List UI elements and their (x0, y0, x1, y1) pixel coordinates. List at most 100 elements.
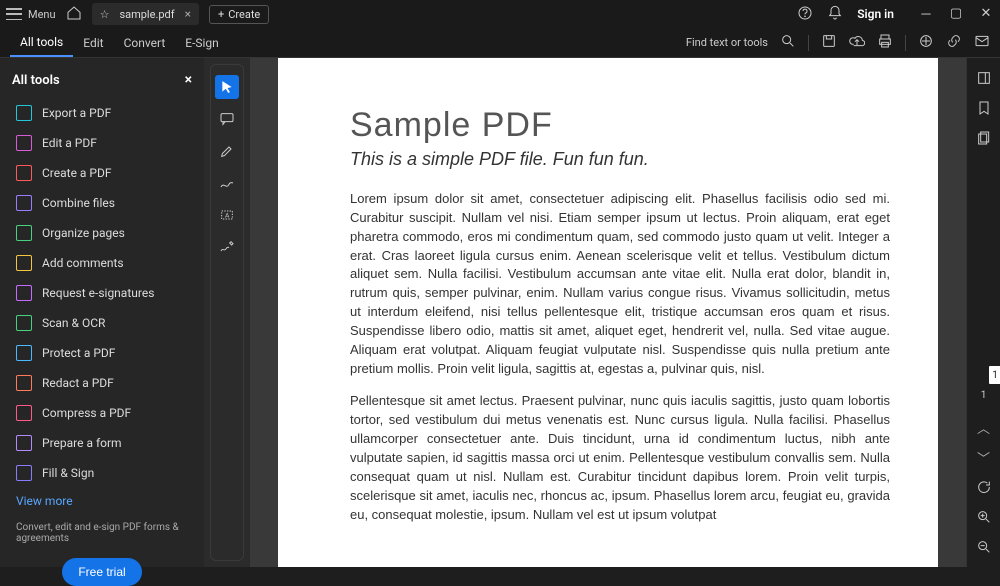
chevron-down-icon[interactable]: ﹀ (974, 447, 994, 467)
bookmark-icon[interactable] (974, 98, 994, 118)
sidebar-item-compress-a-pdf[interactable]: Compress a PDF (12, 398, 192, 428)
close-sidebar-icon[interactable]: × (185, 72, 192, 88)
bell-icon[interactable] (827, 5, 843, 24)
tool-icon (16, 225, 32, 241)
tool-icon (16, 345, 32, 361)
select-tool-icon[interactable] (215, 75, 239, 99)
tool-icon (16, 285, 32, 301)
tool-icon (16, 165, 32, 181)
free-trial-button[interactable]: Free trial (62, 558, 141, 586)
tab-all-tools[interactable]: All tools (10, 29, 73, 57)
document-canvas[interactable]: Sample PDF This is a simple PDF file. Fu… (250, 58, 966, 567)
page-total: 1 (981, 390, 987, 401)
menu-label[interactable]: Menu (28, 8, 56, 21)
minimize-icon[interactable]: ─ (918, 6, 934, 22)
zoom-out-icon[interactable] (974, 537, 994, 557)
maximize-icon[interactable]: ▢ (948, 6, 964, 22)
create-label: Create (228, 8, 260, 21)
tool-icon (16, 105, 32, 121)
textbox-tool-icon[interactable]: A (215, 203, 239, 227)
sidebar-item-redact-a-pdf[interactable]: Redact a PDF (12, 368, 192, 398)
sidebar-item-protect-a-pdf[interactable]: Protect a PDF (12, 338, 192, 368)
highlight-tool-icon[interactable] (215, 139, 239, 163)
tool-label: Combine files (42, 196, 115, 210)
home-icon[interactable] (66, 5, 82, 24)
plus-icon: + (218, 8, 224, 21)
annotation-rail: A (210, 64, 244, 561)
tool-icon (16, 435, 32, 451)
chevron-up-icon[interactable]: ︿ (974, 417, 994, 437)
tool-icon (16, 315, 32, 331)
doc-heading: Sample PDF (350, 106, 890, 145)
signin-link[interactable]: Sign in (857, 7, 894, 21)
tool-icon (16, 195, 32, 211)
doc-paragraph-2: Pellentesque sit amet lectus. Praesent p… (350, 392, 890, 524)
comment-tool-icon[interactable] (215, 107, 239, 131)
sidebar-item-fill-sign[interactable]: Fill & Sign (12, 458, 192, 488)
sidebar-item-request-e-signatures[interactable]: Request e-signatures (12, 278, 192, 308)
print-icon[interactable] (877, 33, 893, 52)
tool-label: Organize pages (42, 226, 125, 240)
titlebar: Menu ☆ sample.pdf × + Create Sign in ─ ▢… (0, 0, 1000, 28)
ai-icon[interactable] (918, 33, 934, 52)
panel-toggle-icon[interactable] (974, 68, 994, 88)
doc-subheading: This is a simple PDF file. Fun fun fun. (350, 149, 890, 170)
rotate-icon[interactable] (974, 477, 994, 497)
tab-edit[interactable]: Edit (73, 30, 113, 56)
tool-label: Request e-signatures (42, 286, 154, 300)
mail-icon[interactable] (974, 33, 990, 52)
tool-label: Compress a PDF (42, 406, 131, 420)
menu-icon[interactable] (6, 8, 22, 20)
tool-label: Export a PDF (42, 106, 111, 120)
cloud-upload-icon[interactable] (849, 33, 865, 52)
page-current-badge: 1 (989, 366, 1000, 384)
tool-icon (16, 375, 32, 391)
pdf-page: Sample PDF This is a simple PDF file. Fu… (278, 58, 938, 567)
sidebar-item-combine-files[interactable]: Combine files (12, 188, 192, 218)
tool-icon (16, 465, 32, 481)
draw-tool-icon[interactable] (215, 171, 239, 195)
tool-icon (16, 135, 32, 151)
tool-label: Protect a PDF (42, 346, 115, 360)
right-rail: 1 1 ︿ ﹀ (966, 58, 1000, 567)
sidebar-item-prepare-a-form[interactable]: Prepare a form (12, 428, 192, 458)
tool-label: Create a PDF (42, 166, 112, 180)
tab-esign[interactable]: E-Sign (175, 30, 229, 56)
tool-label: Fill & Sign (42, 466, 94, 480)
tool-label: Prepare a form (42, 436, 122, 450)
view-more-link[interactable]: View more (12, 488, 192, 514)
sidebar-title: All tools (12, 73, 60, 88)
sign-tool-icon[interactable] (215, 235, 239, 259)
tool-label: Edit a PDF (42, 136, 97, 150)
sidebar-item-scan-ocr[interactable]: Scan & OCR (12, 308, 192, 338)
close-tab-icon[interactable]: × (185, 7, 191, 21)
sidebar-item-create-a-pdf[interactable]: Create a PDF (12, 158, 192, 188)
tool-icon (16, 405, 32, 421)
document-tab[interactable]: ☆ sample.pdf × (92, 3, 199, 25)
tool-icon (16, 255, 32, 271)
tool-label: Scan & OCR (42, 316, 105, 330)
zoom-in-icon[interactable] (974, 507, 994, 527)
sidebar-item-export-a-pdf[interactable]: Export a PDF (12, 98, 192, 128)
sidebar-item-organize-pages[interactable]: Organize pages (12, 218, 192, 248)
sidebar-footer-text: Convert, edit and e-sign PDF forms & agr… (12, 514, 192, 552)
find-label[interactable]: Find text or tools (686, 36, 768, 49)
tool-label: Redact a PDF (42, 376, 114, 390)
star-icon: ☆ (100, 8, 110, 21)
create-button[interactable]: + Create (209, 5, 269, 24)
sidebar: All tools × Export a PDF Edit a PDF Create… (0, 58, 204, 567)
sidebar-item-edit-a-pdf[interactable]: Edit a PDF (12, 128, 192, 158)
sidebar-item-add-comments[interactable]: Add comments (12, 248, 192, 278)
save-icon[interactable] (821, 33, 837, 52)
search-icon[interactable] (780, 33, 796, 52)
pages-thumb-icon[interactable] (974, 128, 994, 148)
toolbar: All tools Edit Convert E-Sign Find text … (0, 28, 1000, 58)
help-icon[interactable] (797, 5, 813, 24)
svg-text:A: A (225, 212, 230, 220)
tab-convert[interactable]: Convert (114, 30, 176, 56)
tab-title: sample.pdf (119, 8, 174, 21)
doc-paragraph-1: Lorem ipsum dolor sit amet, consectetuer… (350, 190, 890, 378)
tool-label: Add comments (42, 256, 124, 270)
link-icon[interactable] (946, 33, 962, 52)
close-window-icon[interactable]: ✕ (978, 6, 994, 22)
